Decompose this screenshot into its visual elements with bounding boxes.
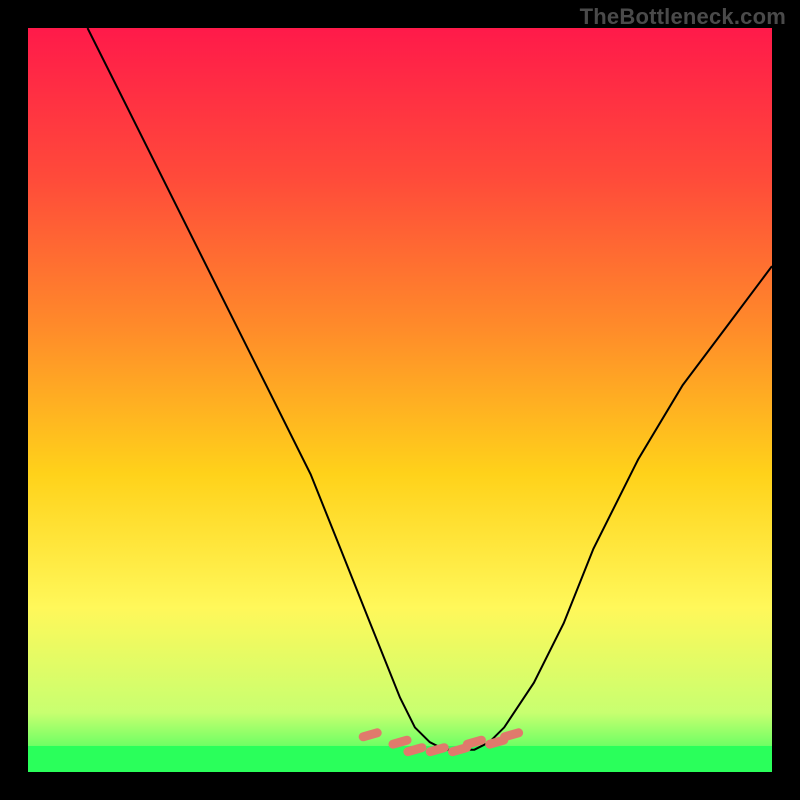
- watermark-text: TheBottleneck.com: [580, 4, 786, 30]
- chart-stage: TheBottleneck.com: [0, 0, 800, 800]
- green-floor-band: [28, 746, 772, 772]
- bottleneck-chart: [28, 28, 772, 772]
- heat-background: [28, 28, 772, 772]
